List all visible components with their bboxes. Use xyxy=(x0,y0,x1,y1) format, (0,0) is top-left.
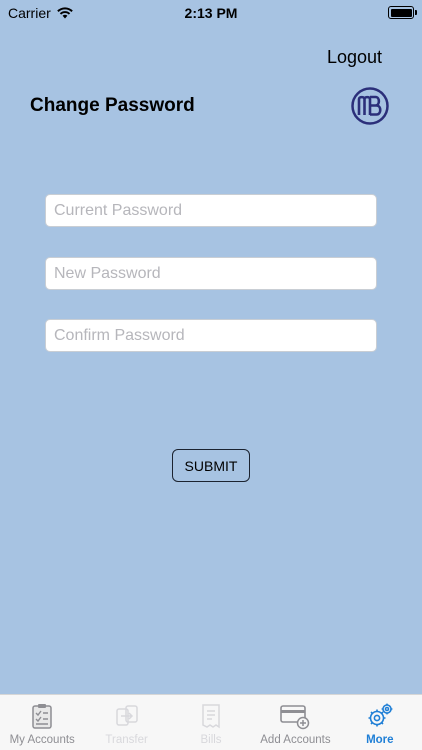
tab-my-accounts[interactable]: My Accounts xyxy=(0,695,84,750)
tab-label: More xyxy=(366,734,394,746)
brand-logo-icon xyxy=(351,87,389,125)
tab-transfer[interactable]: Transfer xyxy=(84,695,168,750)
add-card-icon xyxy=(280,705,310,730)
tab-bills[interactable]: Bills xyxy=(169,695,253,750)
tab-more[interactable]: More xyxy=(338,695,422,750)
tab-label: Transfer xyxy=(105,734,148,746)
submit-button[interactable]: SUBMIT xyxy=(172,449,250,482)
status-bar: Carrier 2:13 PM xyxy=(0,0,422,26)
gear-icon xyxy=(368,703,393,727)
clipboard-icon xyxy=(32,704,52,729)
current-password-input[interactable] xyxy=(45,194,377,227)
page-title: Change Password xyxy=(30,95,195,116)
transfer-icon xyxy=(115,705,138,726)
bills-icon xyxy=(202,704,220,729)
logout-button[interactable]: Logout xyxy=(327,47,382,68)
confirm-password-input[interactable] xyxy=(45,319,377,352)
tab-label: My Accounts xyxy=(9,734,75,746)
tab-bar: My Accounts Transfer Bills Add Accounts xyxy=(0,694,422,750)
tab-label: Add Accounts xyxy=(260,734,331,746)
new-password-input[interactable] xyxy=(45,257,377,290)
tab-label: Bills xyxy=(200,734,222,746)
tab-add-accounts[interactable]: Add Accounts xyxy=(253,695,337,750)
status-time: 2:13 PM xyxy=(184,5,238,21)
battery-icon xyxy=(388,6,417,19)
